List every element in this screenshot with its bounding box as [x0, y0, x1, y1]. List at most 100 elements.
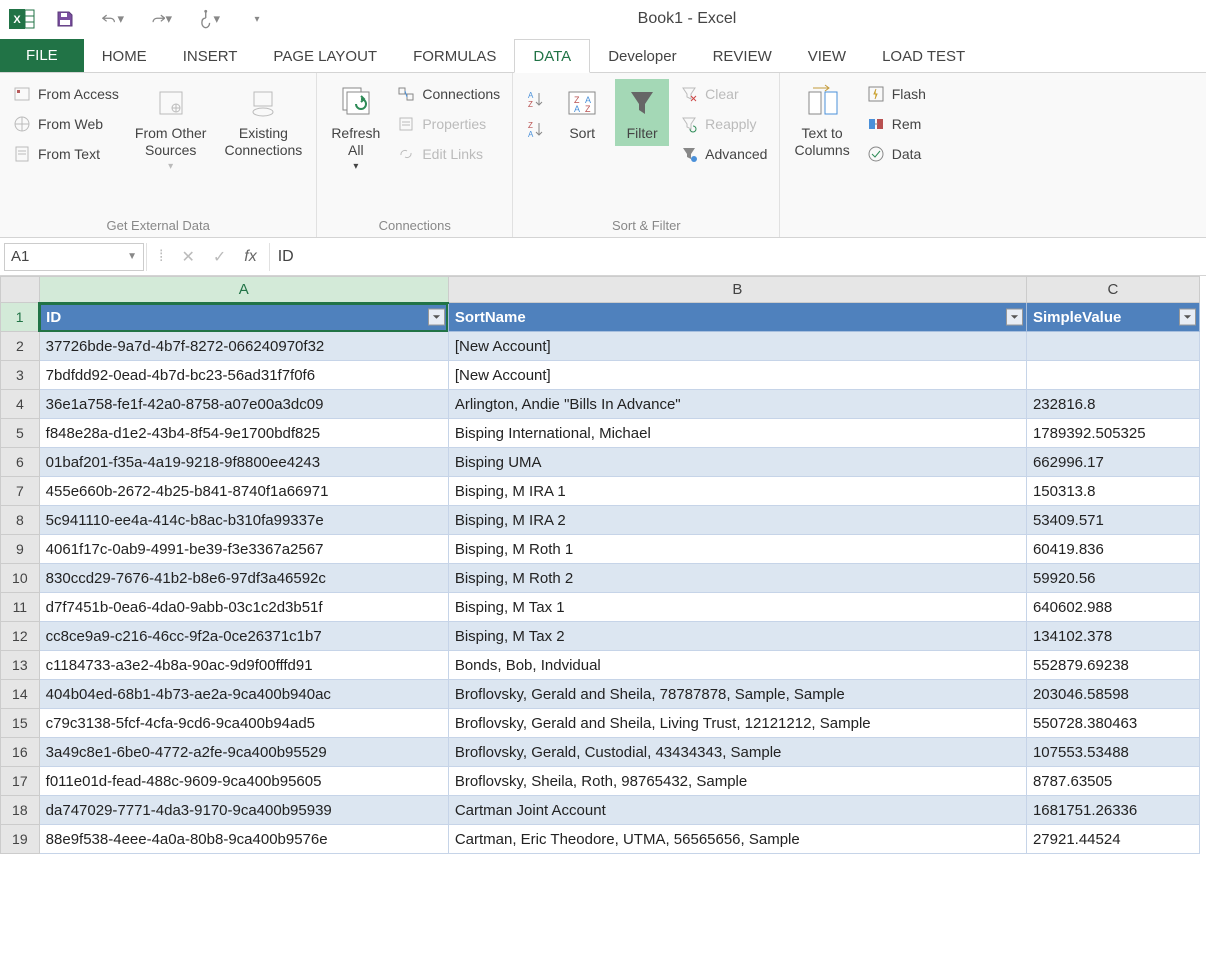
cell[interactable]: da747029-7771-4da3-9170-9ca400b95939: [39, 796, 448, 825]
row-header[interactable]: 4: [1, 390, 40, 419]
from-web-button[interactable]: From Web: [8, 109, 123, 139]
cell[interactable]: Bisping, M Tax 1: [448, 593, 1026, 622]
spreadsheet-grid[interactable]: A B C 1IDSortNameSimpleValue237726bde-9a…: [0, 276, 1206, 854]
tab-home[interactable]: HOME: [84, 40, 165, 72]
from-other-sources-button[interactable]: From Other Sources▾: [129, 79, 213, 176]
tab-page-layout[interactable]: PAGE LAYOUT: [255, 40, 395, 72]
redo-button[interactable]: ▾: [150, 8, 172, 30]
enter-icon[interactable]: ✓: [213, 247, 226, 267]
cell[interactable]: f011e01d-fead-488c-9609-9ca400b95605: [39, 767, 448, 796]
cell[interactable]: 1681751.26336: [1026, 796, 1199, 825]
cell[interactable]: 552879.69238: [1026, 651, 1199, 680]
col-header-A[interactable]: A: [39, 277, 448, 303]
cell[interactable]: 53409.571: [1026, 506, 1199, 535]
table-header-cell[interactable]: ID: [39, 303, 448, 332]
flash-fill-button[interactable]: Flash: [862, 79, 930, 109]
cell[interactable]: [1026, 361, 1199, 390]
cell[interactable]: c79c3138-5fcf-4cfa-9cd6-9ca400b94ad5: [39, 709, 448, 738]
text-to-columns-button[interactable]: Text to Columns: [788, 79, 855, 163]
clear-filter-button[interactable]: Clear: [675, 79, 771, 109]
col-header-B[interactable]: B: [448, 277, 1026, 303]
cell[interactable]: 3a49c8e1-6be0-4772-a2fe-9ca400b95529: [39, 738, 448, 767]
cell[interactable]: 150313.8: [1026, 477, 1199, 506]
touch-mode-button[interactable]: ▾: [198, 8, 220, 30]
row-header[interactable]: 9: [1, 535, 40, 564]
row-header[interactable]: 12: [1, 622, 40, 651]
cell[interactable]: Bisping, M Roth 1: [448, 535, 1026, 564]
row-header[interactable]: 3: [1, 361, 40, 390]
row-header[interactable]: 18: [1, 796, 40, 825]
row-header[interactable]: 16: [1, 738, 40, 767]
cell[interactable]: 830ccd29-7676-41b2-b8e6-97df3a46592c: [39, 564, 448, 593]
table-header-cell[interactable]: SortName: [448, 303, 1026, 332]
fx-icon[interactable]: fx: [244, 248, 256, 266]
cell[interactable]: Broflovsky, Gerald and Sheila, 78787878,…: [448, 680, 1026, 709]
row-header[interactable]: 6: [1, 448, 40, 477]
table-header-cell[interactable]: SimpleValue: [1026, 303, 1199, 332]
tab-formulas[interactable]: FORMULAS: [395, 40, 514, 72]
cell[interactable]: Bisping, M IRA 2: [448, 506, 1026, 535]
name-box[interactable]: A1 ▼: [4, 243, 144, 271]
cell[interactable]: Bisping, M IRA 1: [448, 477, 1026, 506]
sort-za-button[interactable]: ZA: [521, 115, 549, 145]
cell[interactable]: 60419.836: [1026, 535, 1199, 564]
cell[interactable]: 203046.58598: [1026, 680, 1199, 709]
tab-data[interactable]: DATA: [514, 39, 590, 73]
cell[interactable]: 455e660b-2672-4b25-b841-8740f1a66971: [39, 477, 448, 506]
tab-review[interactable]: REVIEW: [695, 40, 790, 72]
row-header[interactable]: 15: [1, 709, 40, 738]
from-access-button[interactable]: From Access: [8, 79, 123, 109]
row-header[interactable]: 1: [1, 303, 40, 332]
existing-connections-button[interactable]: Existing Connections: [218, 79, 308, 163]
cell[interactable]: Bisping, M Roth 2: [448, 564, 1026, 593]
tab-view[interactable]: VIEW: [790, 40, 864, 72]
data-validation-button[interactable]: Data: [862, 139, 930, 169]
refresh-all-button[interactable]: Refresh All▾: [325, 79, 386, 176]
tab-insert[interactable]: INSERT: [165, 40, 256, 72]
cell[interactable]: Cartman Joint Account: [448, 796, 1026, 825]
cell[interactable]: 88e9f538-4eee-4a0a-80b8-9ca400b9576e: [39, 825, 448, 854]
from-text-button[interactable]: From Text: [8, 139, 123, 169]
cell[interactable]: 4061f17c-0ab9-4991-be39-f3e3367a2567: [39, 535, 448, 564]
row-header[interactable]: 7: [1, 477, 40, 506]
edit-links-button[interactable]: Edit Links: [392, 139, 504, 169]
cell[interactable]: c1184733-a3e2-4b8a-90ac-9d9f00fffd91: [39, 651, 448, 680]
cell[interactable]: Cartman, Eric Theodore, UTMA, 56565656, …: [448, 825, 1026, 854]
tab-load-test[interactable]: LOAD TEST: [864, 40, 983, 72]
row-header[interactable]: 17: [1, 767, 40, 796]
cell[interactable]: Bonds, Bob, Indvidual: [448, 651, 1026, 680]
more-icon[interactable]: ⁞: [159, 248, 163, 266]
cell[interactable]: Broflovsky, Gerald, Custodial, 43434343,…: [448, 738, 1026, 767]
save-button[interactable]: [54, 8, 76, 30]
cell[interactable]: Bisping International, Michael: [448, 419, 1026, 448]
cell[interactable]: 640602.988: [1026, 593, 1199, 622]
cell[interactable]: 01baf201-f35a-4a19-9218-9f8800ee4243: [39, 448, 448, 477]
cell[interactable]: 134102.378: [1026, 622, 1199, 651]
tab-file[interactable]: FILE: [0, 39, 84, 72]
cell[interactable]: 404b04ed-68b1-4b73-ae2a-9ca400b940ac: [39, 680, 448, 709]
cell[interactable]: d7f7451b-0ea6-4da0-9abb-03c1c2d3b51f: [39, 593, 448, 622]
cell[interactable]: [New Account]: [448, 361, 1026, 390]
cell[interactable]: Bisping UMA: [448, 448, 1026, 477]
cell[interactable]: 59920.56: [1026, 564, 1199, 593]
filter-button[interactable]: Filter: [615, 79, 669, 146]
row-header[interactable]: 8: [1, 506, 40, 535]
row-header[interactable]: 10: [1, 564, 40, 593]
reapply-button[interactable]: Reapply: [675, 109, 771, 139]
sort-button[interactable]: ZAAZSort: [555, 79, 609, 146]
cell[interactable]: Arlington, Andie "Bills In Advance": [448, 390, 1026, 419]
row-header[interactable]: 11: [1, 593, 40, 622]
cell[interactable]: 662996.17: [1026, 448, 1199, 477]
sort-az-button[interactable]: AZ: [521, 85, 549, 115]
row-header[interactable]: 19: [1, 825, 40, 854]
customize-qat-button[interactable]: ▾: [246, 8, 268, 30]
cell[interactable]: 5c941110-ee4a-414c-b8ac-b310fa99337e: [39, 506, 448, 535]
cell[interactable]: 107553.53488: [1026, 738, 1199, 767]
properties-button[interactable]: Properties: [392, 109, 504, 139]
advanced-filter-button[interactable]: Advanced: [675, 139, 771, 169]
col-header-C[interactable]: C: [1026, 277, 1199, 303]
cell[interactable]: Broflovsky, Gerald and Sheila, Living Tr…: [448, 709, 1026, 738]
cell[interactable]: cc8ce9a9-c216-46cc-9f2a-0ce26371c1b7: [39, 622, 448, 651]
tab-developer[interactable]: Developer: [590, 40, 694, 72]
cell[interactable]: Bisping, M Tax 2: [448, 622, 1026, 651]
